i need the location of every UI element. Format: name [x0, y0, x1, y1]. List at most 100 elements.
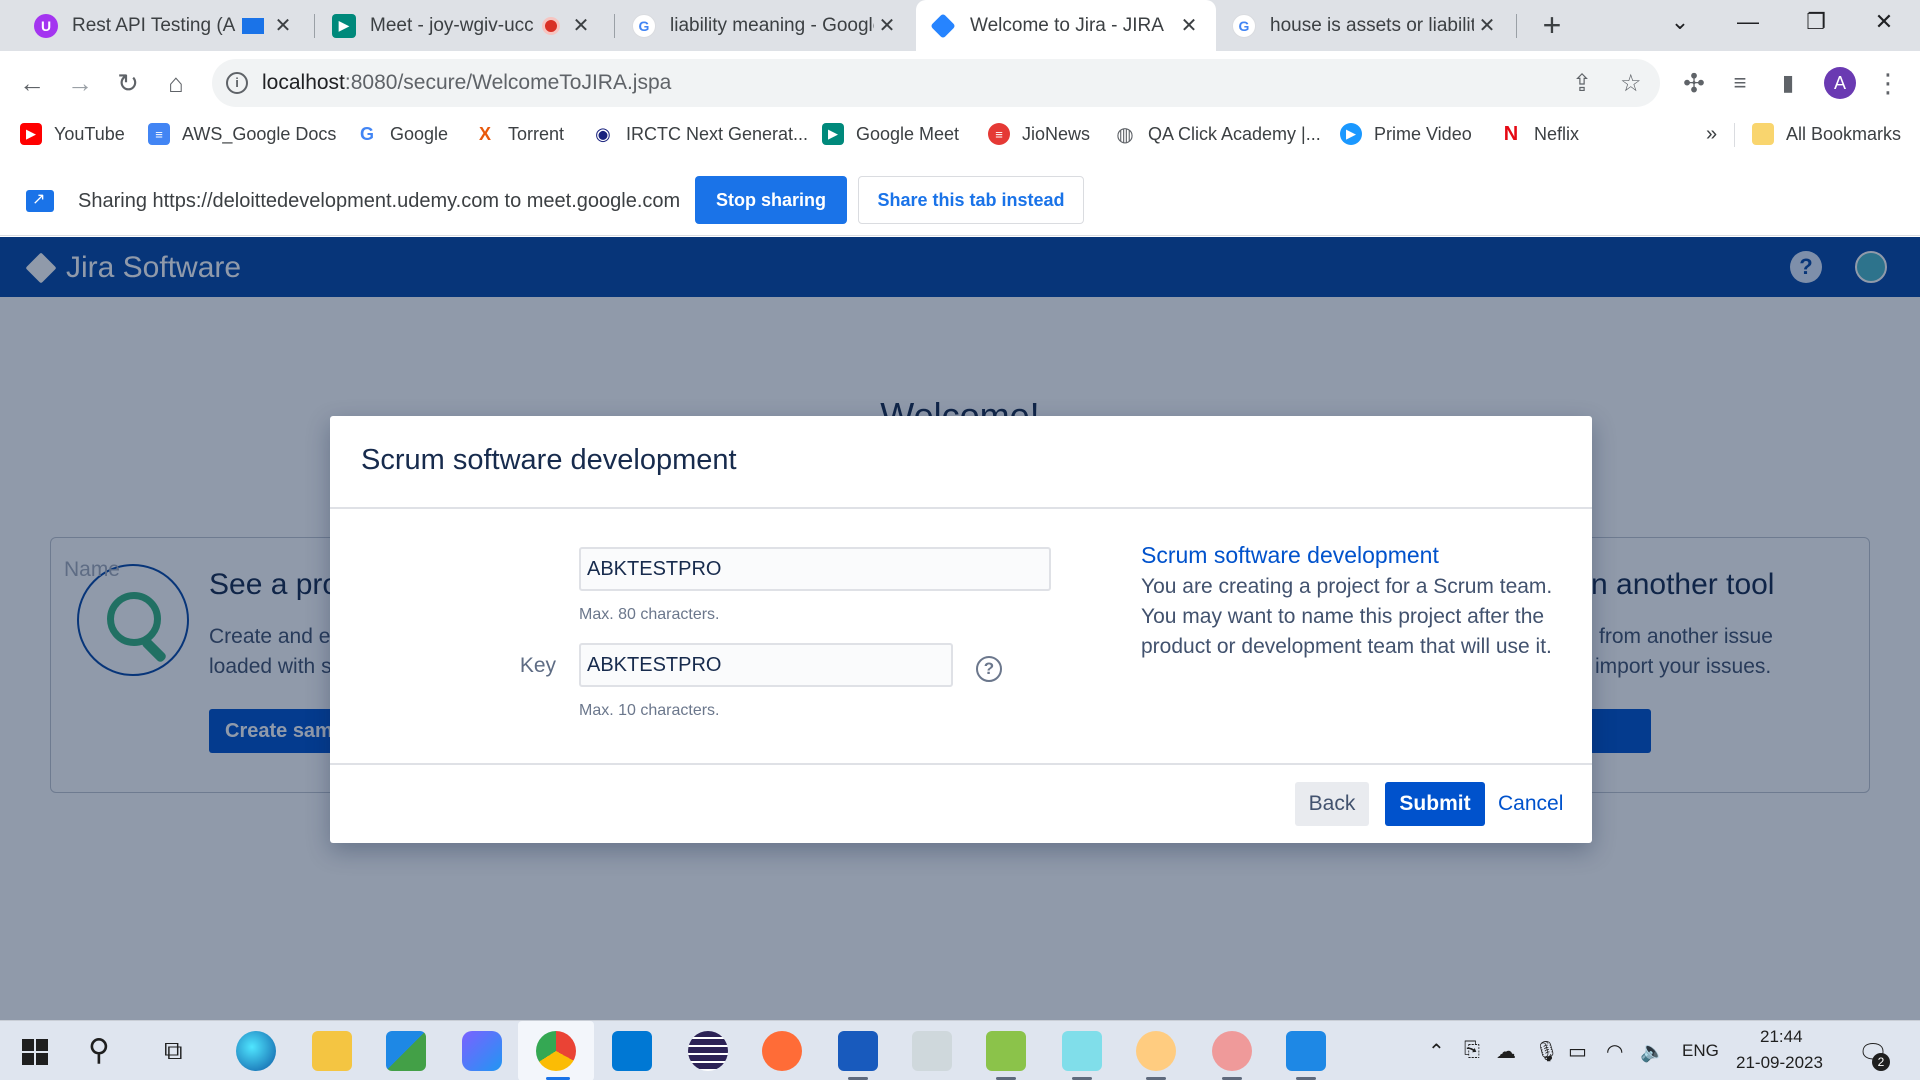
recording-icon: [542, 16, 560, 35]
stop-sharing-button[interactable]: Stop sharing: [695, 176, 847, 224]
edge-icon[interactable]: [236, 1031, 276, 1071]
volume-icon[interactable]: 🔈: [1640, 1039, 1665, 1064]
windows-start-icon[interactable]: [22, 1039, 48, 1065]
bookmark-netflix[interactable]: N Neflix: [1500, 119, 1579, 149]
screen-share-icon: [26, 189, 54, 212]
browser-tab-strip: U Rest API Testing (Auto ✕ ▶ Meet - joy-…: [0, 0, 1920, 51]
bookmark-google-meet[interactable]: ▶ Google Meet: [822, 119, 959, 149]
close-window-button[interactable]: ✕: [1854, 0, 1914, 44]
back-button[interactable]: Back: [1295, 782, 1369, 826]
home-icon[interactable]: ⌂: [158, 65, 194, 101]
bookmark-irctc[interactable]: ◉ IRCTC Next Generat...: [592, 119, 808, 149]
tab-rest-api-testing[interactable]: U Rest API Testing (Auto ✕: [20, 0, 310, 51]
bookmarks-divider: [1734, 123, 1735, 147]
tab-separator: [1516, 14, 1517, 38]
task-view-icon[interactable]: ⧉: [164, 1035, 183, 1067]
prime-video-icon: ▶: [1340, 123, 1362, 145]
tab-liability-meaning[interactable]: G liability meaning - Google ✕: [618, 0, 914, 51]
irctc-icon: ◉: [595, 123, 611, 144]
google-meet-icon: ▶: [822, 123, 844, 145]
reload-icon[interactable]: ↻: [110, 65, 146, 101]
sharing-message: Sharing https://deloittedevelopment.udem…: [78, 190, 681, 212]
share-this-tab-button[interactable]: Share this tab instead: [858, 176, 1084, 224]
profile-avatar[interactable]: A: [1824, 67, 1856, 99]
file-explorer-icon[interactable]: [312, 1031, 352, 1071]
desktop-app-icon[interactable]: [612, 1031, 652, 1071]
chrome-icon[interactable]: [536, 1031, 576, 1071]
bookmarks-bar: ▶ YouTube ≡ AWS_Google Docs G Google X Torre…: [0, 115, 1920, 154]
tab-welcome-to-jira[interactable]: Welcome to Jira - JIRA ✕: [916, 0, 1216, 51]
close-tab-icon[interactable]: ✕: [568, 13, 594, 38]
eraser-icon[interactable]: [1062, 1031, 1102, 1071]
site-info-icon[interactable]: i: [226, 72, 248, 94]
bookmark-prime-video[interactable]: ▶ Prime Video: [1340, 119, 1472, 149]
key-hint: Max. 10 characters.: [579, 702, 720, 719]
all-bookmarks-button[interactable]: All Bookmarks: [1752, 119, 1901, 149]
bookmark-youtube[interactable]: ▶ YouTube: [20, 119, 125, 149]
cancel-link[interactable]: Cancel: [1498, 782, 1563, 826]
google-meet-icon: ▶: [332, 13, 356, 38]
wifi-icon[interactable]: ◠: [1606, 1039, 1623, 1064]
close-tab-icon[interactable]: ✕: [1176, 13, 1202, 38]
microsoft-store-icon[interactable]: [386, 1031, 426, 1071]
postman-icon[interactable]: [762, 1031, 802, 1071]
photos-icon[interactable]: [1286, 1031, 1326, 1071]
bookmark-torrent[interactable]: X Torrent: [474, 119, 564, 149]
minimize-button[interactable]: —: [1718, 0, 1778, 44]
clock-date[interactable]: 21-09-2023: [1736, 1053, 1823, 1073]
bookmark-google[interactable]: G Google: [356, 119, 448, 149]
eclipse-icon[interactable]: [688, 1031, 728, 1071]
share-icon[interactable]: ⇪: [1572, 69, 1592, 98]
search-icon[interactable]: ⚲: [88, 1033, 110, 1068]
paint-icon[interactable]: [1136, 1031, 1176, 1071]
word-icon[interactable]: [838, 1031, 878, 1071]
key-help-icon[interactable]: ?: [976, 656, 1002, 682]
google-docs-icon: ≡: [148, 123, 170, 145]
bookmark-aws-google-docs[interactable]: ≡ AWS_Google Docs: [148, 119, 336, 149]
battery-icon[interactable]: ▭: [1568, 1039, 1587, 1064]
tab-google-meet[interactable]: ▶ Meet - joy-wgiv-ucc ✕: [318, 0, 608, 51]
clock-time[interactable]: 21:44: [1760, 1027, 1803, 1047]
close-tab-icon[interactable]: ✕: [270, 13, 296, 38]
show-hidden-icons-chevron[interactable]: ⌃: [1428, 1039, 1445, 1064]
new-tab-button[interactable]: +: [1534, 8, 1570, 44]
notepad-icon[interactable]: [986, 1031, 1026, 1071]
netflix-icon: N: [1503, 122, 1519, 145]
project-name-input[interactable]: ABKTESTPRO: [579, 547, 1051, 591]
close-tab-icon[interactable]: ✕: [874, 13, 900, 38]
url-text[interactable]: localhost:8080/secure/WelcomeToJIRA.jspa: [262, 71, 671, 95]
create-project-dialog: Scrum software development Name ABKTESTP…: [64, 416, 1592, 843]
name-label: Name: [63, 558, 120, 581]
address-bar[interactable]: i localhost:8080/secure/WelcomeToJIRA.js…: [212, 59, 1660, 107]
system-monitor-icon[interactable]: [912, 1031, 952, 1071]
bookmarks-overflow-icon[interactable]: »: [1706, 119, 1717, 149]
dialog-title: Scrum software development: [361, 444, 737, 476]
microphone-icon[interactable]: 🎙: [1534, 1039, 1559, 1064]
bookmark-jionews[interactable]: ≡ JioNews: [988, 119, 1090, 149]
forward-arrow-icon[interactable]: →: [62, 65, 98, 101]
copilot-icon[interactable]: [462, 1031, 502, 1071]
onedrive-icon[interactable]: ☁: [1496, 1039, 1516, 1064]
jira-icon: [930, 12, 956, 39]
project-key-input[interactable]: ABKTESTPRO: [579, 643, 953, 687]
close-tab-icon[interactable]: ✕: [1474, 13, 1500, 38]
media-controls-icon[interactable]: ≡: [1722, 65, 1758, 101]
windows-taskbar: ⚲ ⧉ ⌃ ⎘ ☁ 🎙 ▭ ◠ 🔈 ENG 21:44 21-09-2023 🗨…: [0, 1020, 1920, 1080]
youtube-icon: ▶: [20, 123, 42, 145]
tab-search-chevron-icon[interactable]: ⌄: [1650, 0, 1710, 44]
bookmark-qa-click-academy[interactable]: ◍ QA Click Academy |...: [1114, 119, 1320, 149]
tab-house-assets[interactable]: G house is assets or liabilities ✕: [1218, 0, 1514, 51]
google-icon: G: [359, 123, 374, 144]
language-indicator[interactable]: ENG: [1682, 1041, 1719, 1061]
torrent-icon: X: [478, 123, 491, 144]
submit-button[interactable]: Submit: [1385, 782, 1485, 826]
bookmark-star-icon[interactable]: ☆: [1620, 69, 1642, 98]
side-panel-icon[interactable]: ▮: [1770, 65, 1806, 101]
snipping-tool-icon[interactable]: [1212, 1031, 1252, 1071]
extensions-icon[interactable]: ✣: [1676, 65, 1712, 101]
google-icon: G: [1232, 13, 1256, 38]
restore-button[interactable]: ❐: [1786, 0, 1846, 44]
meet-now-icon[interactable]: ⎘: [1464, 1039, 1480, 1062]
back-arrow-icon[interactable]: ←: [14, 65, 50, 101]
menu-kebab-icon[interactable]: ⋮: [1870, 65, 1906, 101]
